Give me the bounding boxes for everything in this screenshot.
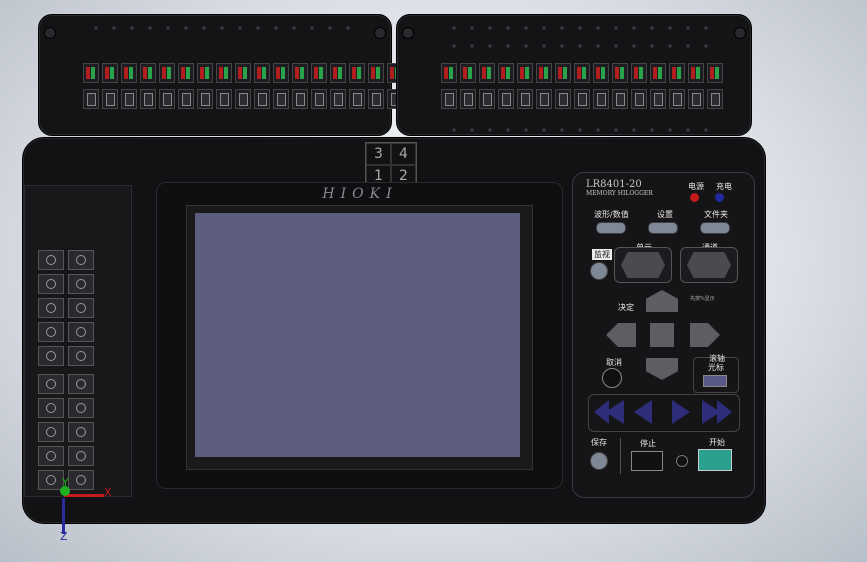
monitor-label: 监视 <box>592 249 612 260</box>
terminal-row-dots <box>87 25 351 31</box>
monitor-button[interactable] <box>590 262 608 280</box>
screw-icon <box>734 27 746 39</box>
x-axis-label: X <box>104 486 112 499</box>
unit-button[interactable] <box>614 247 672 283</box>
terminal-row-dots <box>445 43 711 49</box>
divider <box>620 438 621 474</box>
unit-cell: 3 <box>366 143 391 165</box>
coordinate-triad: X Y Z <box>48 476 118 543</box>
start-button[interactable] <box>698 449 732 471</box>
screw-icon <box>374 27 386 39</box>
model-name: LR8401-20 <box>586 179 642 190</box>
power-label: 电源 <box>688 182 704 191</box>
terminal-module-left <box>38 14 422 136</box>
lcd-screen[interactable] <box>195 213 520 457</box>
stop-button[interactable] <box>631 451 663 471</box>
enter-button[interactable] <box>650 323 674 347</box>
channel-button[interactable] <box>680 247 738 283</box>
indicator-dot <box>676 455 688 467</box>
power-led <box>690 193 699 202</box>
cancel-button[interactable] <box>602 368 622 388</box>
x-axis-icon <box>64 494 104 497</box>
screw-icon <box>402 27 414 39</box>
file-button[interactable] <box>700 222 730 234</box>
unit-cell: 4 <box>391 143 416 165</box>
charge-label: 充电 <box>716 182 732 191</box>
small-note: 先按%显示 <box>690 296 715 302</box>
unit-indicator: 3 4 1 2 <box>365 142 417 187</box>
terminal-module-right <box>396 14 752 136</box>
screw-icon <box>44 27 56 39</box>
terminal-row-gray <box>441 89 723 109</box>
scroll-cursor-button[interactable] <box>703 375 727 387</box>
enter-label: 决定 <box>618 303 634 312</box>
file-label: 文件夹 <box>704 210 728 219</box>
terminal-row-dots <box>445 127 711 133</box>
cancel-label: 取消 <box>606 358 622 367</box>
terminal-row-red <box>83 63 422 83</box>
y-axis-label: Y <box>62 476 69 489</box>
left-terminal-grid-top <box>38 250 94 366</box>
settings-label: 设置 <box>657 210 673 219</box>
left-terminal-grid-bottom <box>38 374 94 490</box>
terminal-row-red <box>441 63 723 83</box>
z-axis-icon <box>62 498 65 534</box>
terminal-row-gray <box>83 89 422 109</box>
save-button[interactable] <box>590 452 608 470</box>
save-label: 保存 <box>591 438 607 447</box>
start-label: 开始 <box>709 438 725 447</box>
settings-button[interactable] <box>648 222 678 234</box>
cursor-label: 光标 <box>708 363 724 372</box>
charge-led <box>715 193 724 202</box>
z-axis-label: Z <box>60 530 68 543</box>
waveform-label: 波形/数值 <box>594 210 629 219</box>
brand-logo: HIOKI <box>322 186 398 202</box>
terminal-row-dots <box>445 25 711 31</box>
stop-label: 停止 <box>640 439 656 448</box>
waveform-button[interactable] <box>596 222 626 234</box>
model-subtitle: MEMORY HILOGGER <box>586 190 653 197</box>
